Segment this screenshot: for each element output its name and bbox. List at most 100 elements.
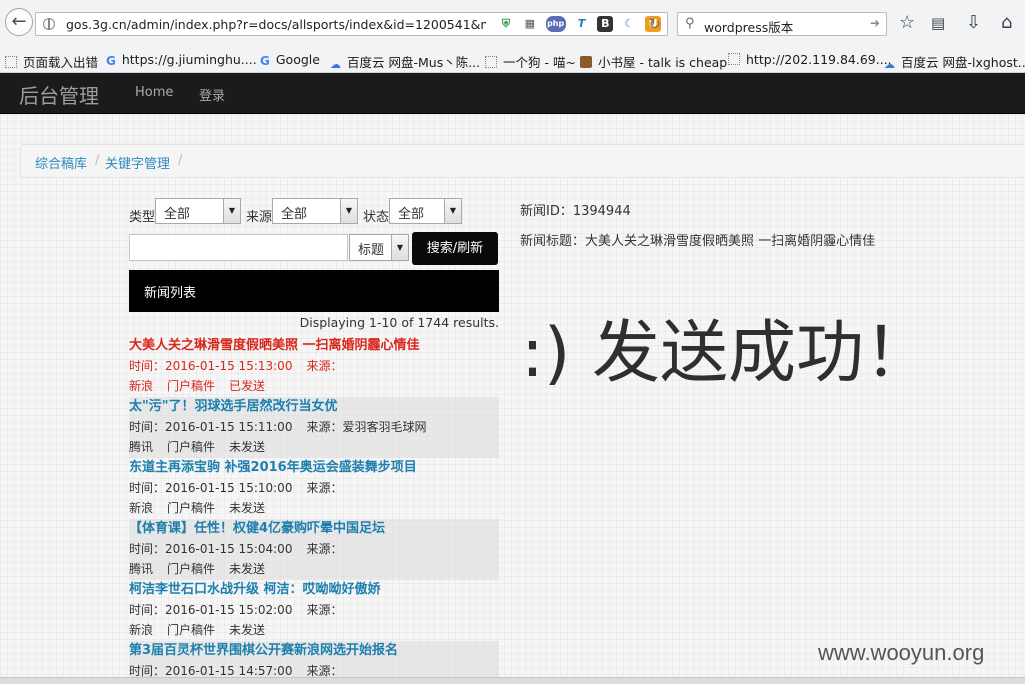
breadcrumb-item-keywords[interactable]: 关键字管理	[105, 153, 170, 172]
news-time: 时间：2016-01-15 15:13:00	[129, 359, 293, 373]
news-id: 新闻ID：1394944	[520, 204, 631, 219]
news-status: 未发送	[229, 440, 266, 454]
news-channel: 腾讯	[129, 562, 154, 576]
bookmarks-bar: 页面载入出错 Ghttps://g.jiuminghu.... G Google …	[0, 48, 1025, 73]
news-source: 来源：	[306, 359, 343, 373]
list-item: 东道主再添宝驹 补强2016年奥运会盛装舞步项目 时间：2016-01-15 1…	[129, 458, 499, 519]
news-source: 来源：爱羽客羽毛球网	[306, 420, 427, 434]
back-button[interactable]: ←	[5, 8, 33, 36]
news-status: 已发送	[229, 379, 266, 393]
news-title-detail: 新闻标题：大美人关之琳滑雪度假晒美照 一扫离婚阴霾心情佳	[520, 234, 876, 249]
news-category: 门户稿件	[167, 623, 216, 637]
browser-toolbar: ← gos.3g.cn/admin/index.php?r=docs/allsp…	[0, 0, 1025, 49]
browser-search-box[interactable]: ⚲ wordpress版本 ➜	[677, 12, 887, 36]
b-icon[interactable]: B	[597, 16, 614, 32]
source-label: 来源	[246, 210, 273, 225]
google-icon: G	[260, 54, 270, 68]
address-bar[interactable]: gos.3g.cn/admin/index.php?r=docs/allspor…	[35, 12, 668, 36]
keyword-input[interactable]	[129, 234, 348, 261]
field-select[interactable]: 标题 ▼	[349, 234, 409, 261]
status-select[interactable]: 全部 ▼	[389, 198, 462, 224]
bookmark-item[interactable]: Ghttps://g.jiuminghu....	[106, 52, 257, 68]
news-meta: 时间：2016-01-15 15:13:00 来源：	[129, 356, 499, 376]
news-status: 未发送	[229, 501, 266, 515]
news-channel: 新浪	[129, 501, 154, 515]
news-title-link[interactable]: 第3届百灵杯世界围棋公开赛新浪网选开始报名	[129, 641, 499, 661]
bookmark-item[interactable]: 一个狗 - 喵~	[485, 52, 576, 71]
bookmark-item[interactable]: ☁ 百度云 网盘-lxghost...	[884, 52, 1025, 71]
breadcrumb-item-library[interactable]: 综合稿库	[35, 153, 87, 172]
star-icon[interactable]: ☆	[899, 13, 915, 33]
news-title-link[interactable]: 东道主再添宝驹 补强2016年奥运会盛装舞步项目	[129, 458, 499, 478]
news-title-link[interactable]: 大美人关之琳滑雪度假晒美照 一扫离婚阴霾心情佳	[129, 336, 499, 356]
news-category: 门户稿件	[167, 562, 216, 576]
type-select[interactable]: 全部 ▼	[155, 198, 241, 224]
news-category: 门户稿件	[167, 440, 216, 454]
chevron-down-icon: ▼	[340, 199, 357, 223]
browser-search-text[interactable]: wordpress版本	[704, 17, 793, 36]
news-meta: 时间：2016-01-15 15:10:00 来源：	[129, 478, 499, 498]
results-summary: Displaying 1-10 of 1744 results.	[299, 315, 499, 330]
shield-icon[interactable]: ⛨	[498, 16, 514, 32]
news-source: 来源：	[306, 481, 343, 495]
nav-home-link[interactable]: Home	[135, 85, 173, 100]
search-go-icon[interactable]: ➜	[870, 16, 880, 30]
list-item: 【体育课】任性！权健4亿豪购吓晕中国足坛 时间：2016-01-15 15:04…	[129, 519, 499, 580]
news-source: 来源：	[306, 664, 343, 678]
bookmark-item[interactable]: 页面载入出错	[5, 52, 98, 71]
field-select-value: 标题	[358, 243, 385, 258]
moon-icon[interactable]: ☾	[621, 16, 637, 32]
search-refresh-button[interactable]: 搜索/刷新	[412, 232, 498, 265]
home-icon[interactable]: ⌂	[1001, 13, 1012, 33]
news-meta: 时间：2016-01-15 15:02:00 来源：	[129, 600, 499, 620]
bookmark-label: https://g.jiuminghu....	[121, 52, 257, 67]
cloud-icon: ☁	[330, 58, 341, 71]
google-icon: G	[106, 54, 116, 68]
breadcrumb: 综合稿库 / 关键字管理 /	[20, 144, 1025, 178]
success-message: :) 发送成功！	[521, 314, 933, 393]
book-icon	[580, 56, 592, 68]
news-tags: 腾讯 门户稿件 未发送	[129, 559, 499, 579]
bookmark-item[interactable]: http://202.119.84.69....	[728, 52, 892, 67]
t-icon[interactable]: T	[573, 16, 589, 32]
bookmark-item[interactable]: ☁ 百度云 网盘-Mus丶陈...	[330, 52, 480, 71]
list-item: 太"污"了！羽球选手居然改行当女优 时间：2016-01-15 15:11:00…	[129, 397, 499, 458]
cloud-icon: ☁	[884, 58, 895, 71]
news-title-link[interactable]: 【体育课】任性！权健4亿豪购吓晕中国足坛	[129, 519, 499, 539]
page-icon	[485, 56, 497, 68]
brand-title[interactable]: 后台管理	[19, 80, 99, 109]
chevron-down-icon: ▼	[444, 199, 461, 223]
status-label: 状态	[363, 210, 390, 225]
type-select-value: 全部	[164, 207, 191, 222]
reload-icon[interactable]: ↻	[648, 15, 661, 33]
news-tags: 腾讯 门户稿件 未发送	[129, 437, 499, 457]
bookmark-item[interactable]: 小书屋 - talk is cheap	[580, 52, 727, 71]
news-source: 来源：	[306, 542, 343, 556]
news-channel: 新浪	[129, 623, 154, 637]
news-meta: 时间：2016-01-15 15:04:00 来源：	[129, 539, 499, 559]
download-icon[interactable]: ⇩	[966, 13, 981, 33]
source-select-value: 全部	[281, 207, 308, 222]
news-time: 时间：2016-01-15 15:10:00	[129, 481, 293, 495]
url-text[interactable]: gos.3g.cn/admin/index.php?r=docs/allspor…	[66, 17, 486, 33]
news-time: 时间：2016-01-15 14:57:00	[129, 664, 293, 678]
news-tags: 新浪 门户稿件 未发送	[129, 620, 499, 640]
bookmark-item[interactable]: G Google	[260, 52, 320, 68]
php-icon[interactable]: php	[545, 16, 566, 32]
reading-list-icon[interactable]: ▤	[931, 13, 945, 33]
news-source: 来源：	[306, 603, 343, 617]
page-icon	[5, 56, 17, 68]
bookmark-label: 百度云 网盘-lxghost...	[901, 55, 1025, 70]
news-time: 时间：2016-01-15 15:04:00	[129, 542, 293, 556]
addon-icons: ⛨ ▦ php T B ☾ U	[498, 16, 665, 34]
top-navbar: 后台管理 Home 登录	[0, 73, 1025, 114]
news-time: 时间：2016-01-15 15:11:00	[129, 420, 293, 434]
page-icon	[728, 53, 740, 65]
qr-icon[interactable]: ▦	[522, 16, 538, 32]
search-icon: ⚲	[685, 16, 695, 31]
news-title-link[interactable]: 柯洁李世石口水战升级 柯洁：哎呦呦好傲娇	[129, 580, 499, 600]
nav-login-link[interactable]: 登录	[199, 85, 225, 104]
chevron-down-icon: ▼	[223, 199, 240, 223]
news-title-link[interactable]: 太"污"了！羽球选手居然改行当女优	[129, 397, 499, 417]
source-select[interactable]: 全部 ▼	[272, 198, 358, 224]
